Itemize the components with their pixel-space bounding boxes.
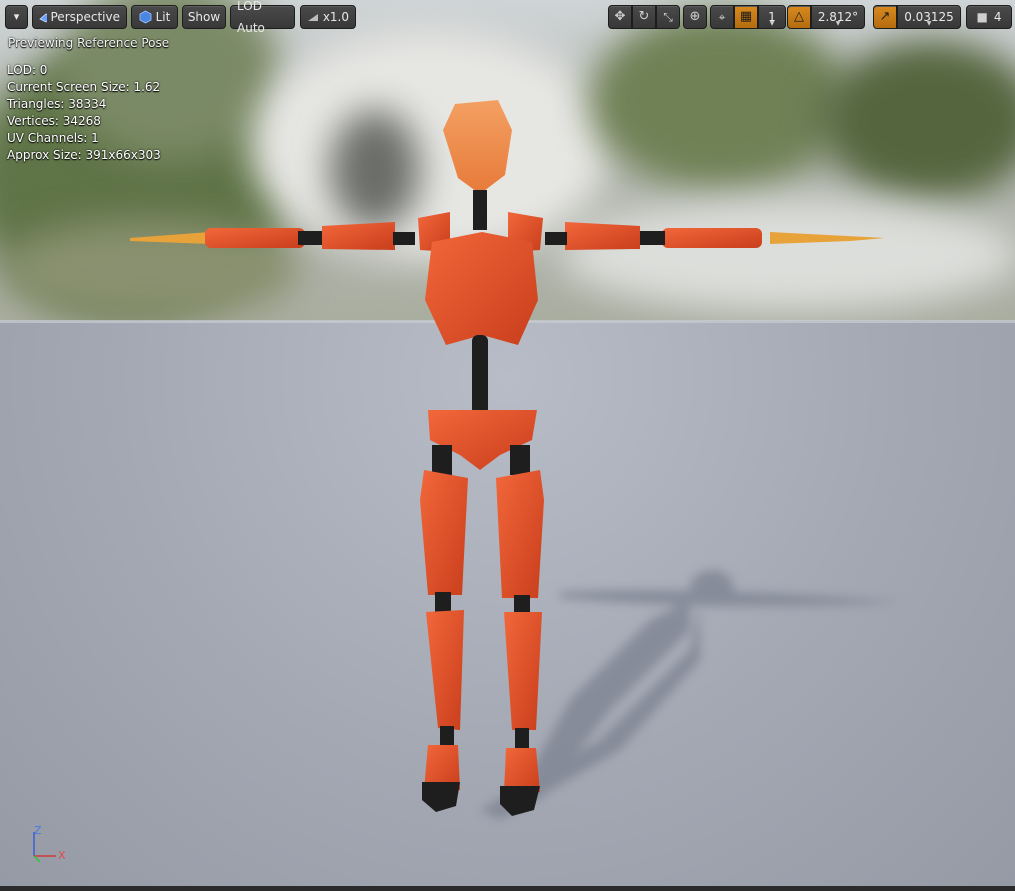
chevron-down-icon: ▼ <box>926 20 932 27</box>
chevron-down-icon: ▼ <box>835 20 841 27</box>
lit-label: Lit <box>155 10 171 24</box>
perspective-button[interactable]: Perspective <box>32 5 127 29</box>
camera-speed-button[interactable]: ■ 4 <box>966 5 1012 29</box>
axis-x-label: X <box>58 849 66 862</box>
coordinate-system-button[interactable]: ⊕ <box>683 5 707 29</box>
rotate-icon: ↻ <box>638 9 650 24</box>
scale-icon: ⤡ <box>663 10 673 24</box>
axis-z-label: Z <box>34 824 42 837</box>
speed-label: x1.0 <box>322 10 349 24</box>
mannequin-head <box>443 100 512 230</box>
translate-mode-button[interactable]: ✥ <box>608 5 632 29</box>
camera-speed-value: 4 <box>993 10 1002 24</box>
lod-label: LOD Auto <box>237 0 265 35</box>
grid-snap-toggle[interactable]: ▦ <box>734 5 758 29</box>
speed-icon <box>308 14 318 21</box>
stat-lod: LOD: 0 <box>7 63 48 77</box>
rotation-snap-value-button[interactable]: 2.812° ▼ <box>811 5 865 29</box>
show-button[interactable]: Show <box>182 5 226 29</box>
surface-snap-icon: ⌖ <box>718 10 726 24</box>
chevron-down-icon: ▾ <box>13 10 20 23</box>
show-label: Show <box>187 10 221 24</box>
scale-arrow-icon: ↗ <box>879 9 891 24</box>
lod-button[interactable]: LOD Auto <box>230 0 295 35</box>
rotation-snap-toggle[interactable]: △ <box>787 5 811 29</box>
mannequin-torso <box>418 212 543 470</box>
stat-triangles: Triangles: 38334 <box>7 97 107 111</box>
rotate-mode-button[interactable]: ↻ <box>632 5 656 29</box>
perspective-label: Perspective <box>50 10 121 24</box>
stat-approx-size: Approx Size: 391x66x303 <box>7 148 161 162</box>
scale-snap-value-button[interactable]: 0.03125 ▼ <box>897 5 961 29</box>
stat-vertices: Vertices: 34268 <box>7 114 101 128</box>
rotation-snap-group: △ 2.812° ▼ <box>787 5 865 29</box>
perspective-icon <box>39 13 47 23</box>
transform-mode-group: ✥ ↻ ⤡ <box>608 5 680 29</box>
viewport[interactable]: Previewing Reference Pose LOD: 0 Current… <box>0 0 1015 891</box>
grid-snap-value-button[interactable]: 1 ▼ <box>758 5 786 29</box>
chevron-down-icon: ▼ <box>769 20 775 27</box>
stat-uv-channels: UV Channels: 1 <box>7 131 99 145</box>
stat-screen-size: Current Screen Size: 1.62 <box>7 80 161 94</box>
mesh-stats: LOD: 0 Current Screen Size: 1.62 Triangl… <box>7 62 161 164</box>
axis-gizmo: Z X <box>26 824 76 868</box>
surface-snap-button[interactable]: ⌖ <box>710 5 734 29</box>
move-icon: ✥ <box>614 9 626 24</box>
viewport-bottom-border <box>0 886 1015 891</box>
mannequin-legs <box>420 445 544 816</box>
grid-snap-group: ⌖ ▦ 1 ▼ <box>710 5 786 29</box>
scale-snap-group: ↗ 0.03125 ▼ <box>873 5 961 29</box>
lit-cube-icon <box>139 10 152 24</box>
playback-speed-button[interactable]: x1.0 <box>300 5 356 29</box>
angle-icon: △ <box>794 9 804 24</box>
viewport-toolbar: ▾ Perspective Lit Show LOD Auto x1.0 ✥ ↻… <box>0 0 1015 35</box>
preview-mode-label: Previewing Reference Pose <box>8 36 170 50</box>
scale-mode-button[interactable]: ⤡ <box>656 5 680 29</box>
viewport-options-button[interactable]: ▾ <box>5 5 28 29</box>
scale-snap-toggle[interactable]: ↗ <box>873 5 897 29</box>
mannequin-shadow <box>480 570 900 820</box>
grid-icon: ▦ <box>739 9 753 24</box>
globe-icon: ⊕ <box>689 9 701 24</box>
lit-button[interactable]: Lit <box>131 5 178 29</box>
camera-icon: ■ <box>976 10 988 24</box>
